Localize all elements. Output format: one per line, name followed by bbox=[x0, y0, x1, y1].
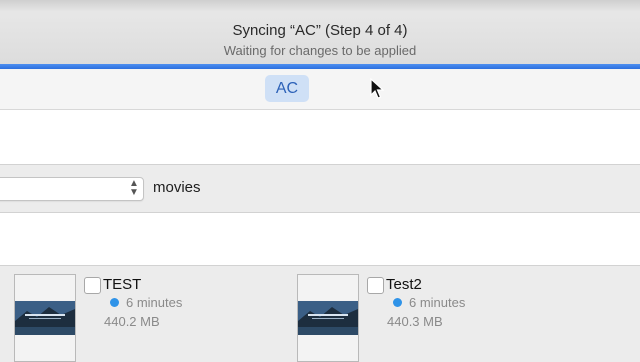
device-tab-row: AC bbox=[0, 69, 640, 110]
media-item: TEST 6 minutes 440.2 MB bbox=[14, 266, 314, 362]
sync-status-bar: Syncing “AC” (Step 4 of 4) Waiting for c… bbox=[0, 0, 640, 67]
device-tab-ac[interactable]: AC bbox=[265, 75, 309, 102]
filter-label: movies bbox=[153, 179, 201, 196]
movie-thumbnail bbox=[297, 274, 359, 362]
category-popup[interactable]: ▲ ▼ bbox=[0, 177, 144, 201]
content-band-2 bbox=[0, 213, 640, 266]
status-dot-icon bbox=[393, 298, 402, 307]
item-duration: 6 minutes bbox=[409, 295, 466, 310]
mouse-cursor-icon bbox=[370, 78, 384, 99]
filter-row: ▲ ▼ movies bbox=[0, 165, 640, 213]
item-checkbox[interactable] bbox=[84, 277, 101, 294]
sync-subtitle: Waiting for changes to be applied bbox=[223, 43, 417, 58]
content-band bbox=[0, 110, 640, 165]
movie-thumbnail bbox=[14, 274, 76, 362]
status-dot-icon bbox=[110, 298, 119, 307]
updown-chevron-icon: ▲ ▼ bbox=[129, 178, 139, 198]
item-title: Test2 bbox=[386, 276, 422, 293]
item-size: 440.2 MB bbox=[104, 314, 160, 329]
topbar-shadow bbox=[0, 0, 640, 12]
media-item: Test2 6 minutes 440.3 MB bbox=[297, 266, 597, 362]
item-checkbox[interactable] bbox=[367, 277, 384, 294]
item-title: TEST bbox=[103, 276, 142, 293]
media-list: TEST 6 minutes 440.2 MB Test2 6 minutes … bbox=[0, 266, 640, 362]
sync-title: Syncing “AC” (Step 4 of 4) bbox=[232, 22, 408, 39]
item-size: 440.3 MB bbox=[387, 314, 443, 329]
item-duration: 6 minutes bbox=[126, 295, 183, 310]
